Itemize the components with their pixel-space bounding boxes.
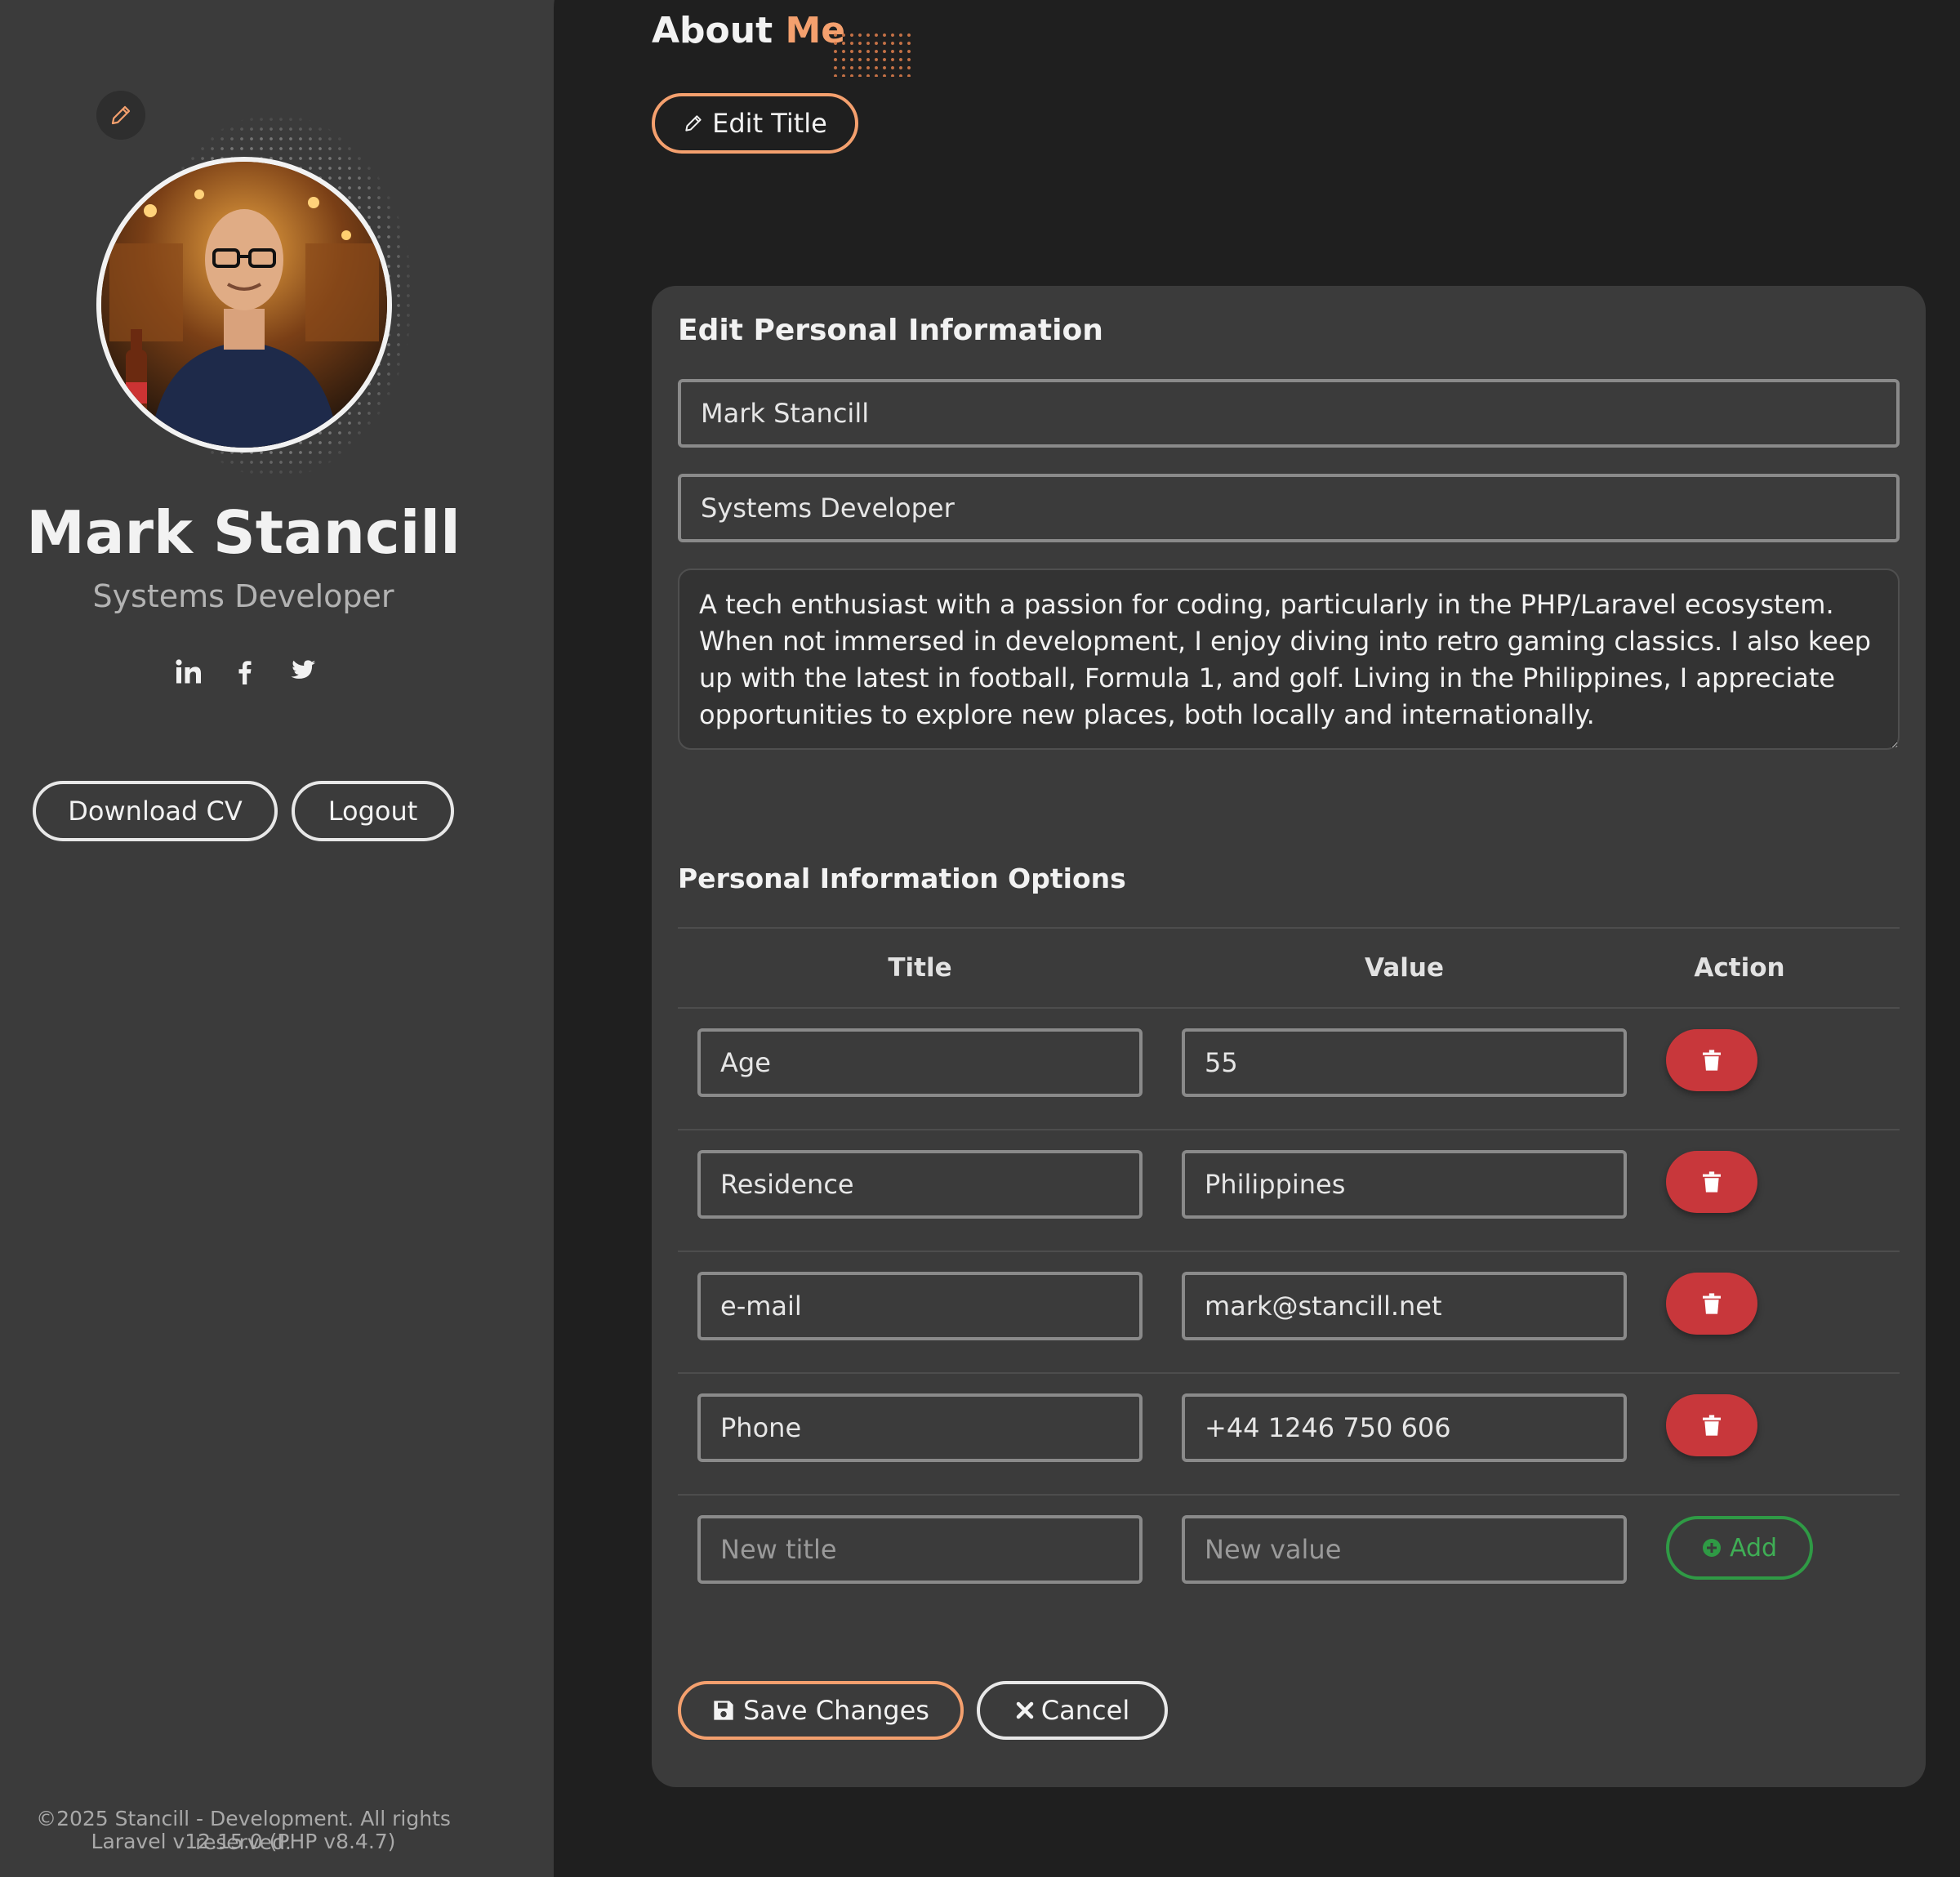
save-icon (714, 1701, 733, 1720)
download-cv-button[interactable]: Download CV (33, 781, 278, 841)
avatar (96, 157, 392, 453)
edit-title-button[interactable]: Edit Title (652, 93, 858, 154)
option-title-input[interactable] (697, 1028, 1143, 1097)
footer-version: Laravel v12.15.0 (PHP v8.4.7) (91, 1830, 396, 1853)
logout-button[interactable]: Logout (292, 781, 454, 841)
card-heading: Edit Personal Information (678, 314, 1103, 347)
options-table: Title Value Action Age 55 Residence Phil… (678, 927, 1900, 1617)
facebook-icon[interactable] (224, 651, 266, 693)
title-dot-pattern (831, 31, 915, 77)
cancel-button[interactable]: Cancel (977, 1681, 1168, 1740)
table-row (678, 1374, 1900, 1496)
option-value-input[interactable] (1182, 1150, 1627, 1219)
trash-icon (1703, 1293, 1721, 1314)
option-value-input[interactable] (1182, 1272, 1627, 1340)
option-title-input[interactable] (697, 1272, 1143, 1340)
sidebar: Mark Stancill Systems Developer Download… (0, 0, 621, 1877)
option-value-input[interactable] (1182, 1028, 1627, 1097)
pencil-icon (111, 105, 131, 125)
pencil-icon (685, 115, 702, 132)
options-heading: Personal Information Options (678, 863, 1126, 894)
column-header-title: Title (888, 953, 952, 983)
save-changes-label: Save Changes (743, 1695, 929, 1726)
save-changes-button[interactable]: Save Changes (678, 1681, 964, 1740)
trash-icon (1703, 1171, 1721, 1193)
add-option-button[interactable]: Add (1666, 1516, 1813, 1580)
new-title-input[interactable] (697, 1515, 1143, 1584)
profile-name: Mark Stancill (26, 498, 461, 567)
trash-icon (1703, 1050, 1721, 1071)
close-icon (1016, 1701, 1034, 1719)
option-title-input[interactable] (697, 1393, 1143, 1462)
section-title-part1: About (652, 10, 773, 51)
table-row (678, 1009, 1900, 1130)
section-title: About Me (652, 10, 845, 51)
cancel-label: Cancel (1040, 1695, 1130, 1726)
avatar-illustration (101, 162, 387, 448)
edit-title-label: Edit Title (712, 108, 827, 139)
profile-job-title: Systems Developer (92, 578, 394, 614)
column-header-value: Value (1365, 953, 1444, 983)
edit-avatar-button[interactable] (96, 91, 145, 140)
column-header-action: Action (1694, 953, 1785, 983)
social-links (167, 649, 323, 695)
twitter-icon[interactable] (280, 651, 323, 693)
new-value-input[interactable] (1182, 1515, 1627, 1584)
table-row (678, 1130, 1900, 1252)
page: Mark Stancill Systems Developer Download… (0, 0, 1960, 1877)
option-title-input[interactable] (697, 1150, 1143, 1219)
job-title-field[interactable] (678, 474, 1900, 542)
name-field[interactable] (678, 379, 1900, 448)
edit-personal-info-card: Edit Personal Information A tech enthusi… (652, 286, 1926, 1787)
delete-option-button[interactable] (1666, 1029, 1757, 1091)
linkedin-icon[interactable] (167, 651, 210, 693)
plus-circle-icon (1702, 1539, 1721, 1557)
option-value-input[interactable] (1182, 1393, 1627, 1462)
delete-option-button[interactable] (1666, 1151, 1757, 1213)
add-option-label: Add (1729, 1533, 1778, 1563)
trash-icon (1703, 1415, 1721, 1436)
new-option-row: Add (678, 1496, 1900, 1617)
table-row (678, 1252, 1900, 1374)
table-header: Title Value Action (678, 927, 1900, 1009)
bio-textarea[interactable]: A tech enthusiast with a passion for cod… (678, 568, 1900, 750)
delete-option-button[interactable] (1666, 1273, 1757, 1335)
delete-option-button[interactable] (1666, 1394, 1757, 1456)
